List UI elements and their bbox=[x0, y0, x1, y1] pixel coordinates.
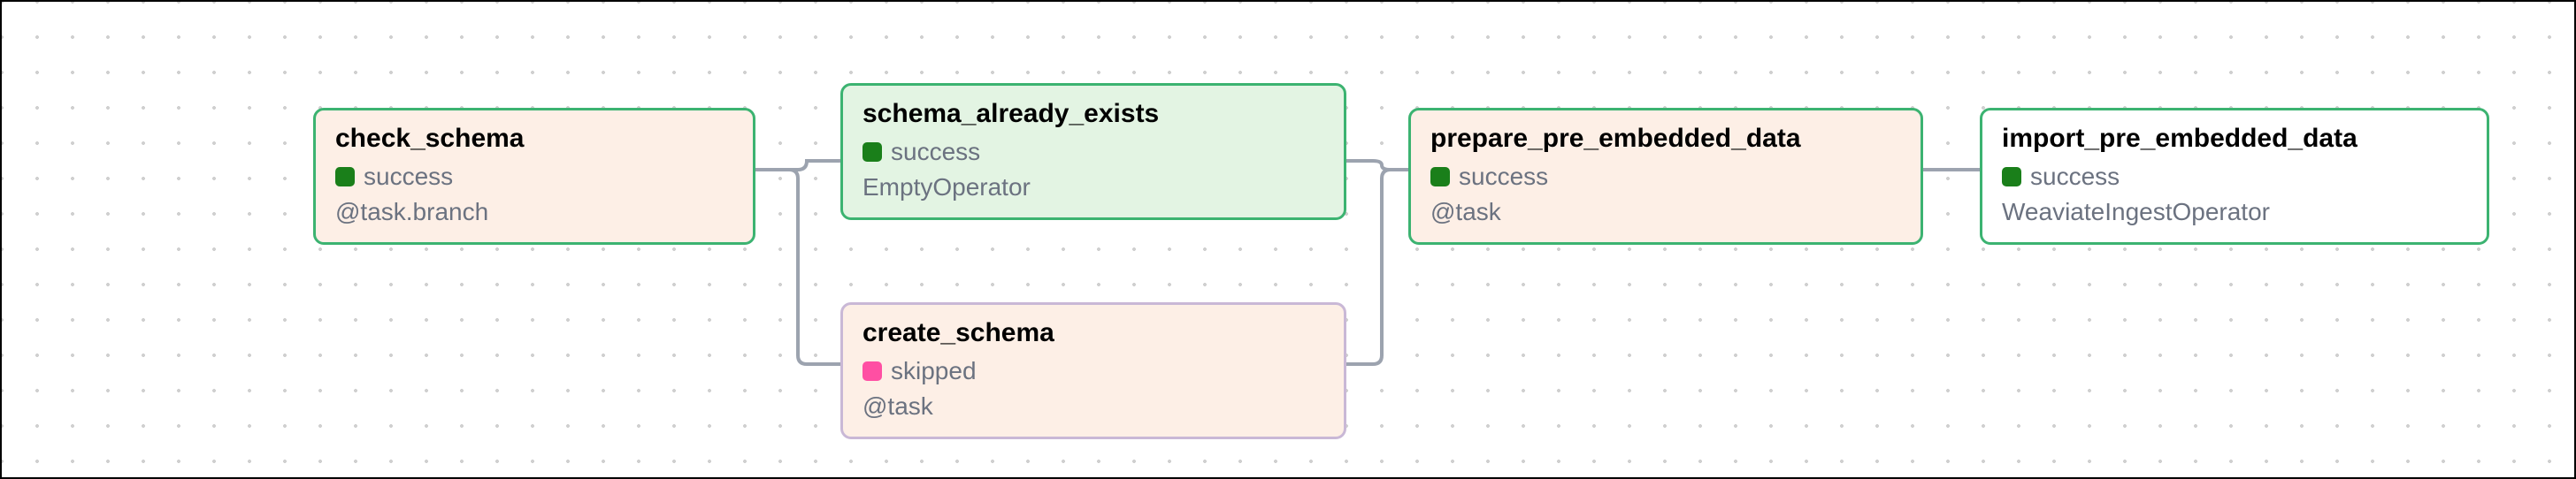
task-node-schema-already-exists[interactable]: schema_already_exists success EmptyOpera… bbox=[840, 83, 1346, 220]
task-status-text: skipped bbox=[891, 356, 977, 386]
status-dot-icon bbox=[862, 142, 882, 162]
task-status-row: success bbox=[2002, 162, 2467, 192]
status-dot-icon bbox=[335, 167, 355, 186]
task-operator: WeaviateIngestOperator bbox=[2002, 197, 2467, 227]
task-status-text: success bbox=[1459, 162, 1548, 192]
task-operator: EmptyOperator bbox=[862, 172, 1324, 202]
status-dot-icon bbox=[1430, 167, 1450, 186]
task-operator: @task.branch bbox=[335, 197, 733, 227]
task-title: check_schema bbox=[335, 123, 733, 155]
task-operator: @task bbox=[862, 392, 1324, 422]
status-dot-icon bbox=[2002, 167, 2021, 186]
dag-graph-frame: check_schema success @task.branch schema… bbox=[0, 0, 2576, 479]
status-dot-icon bbox=[862, 361, 882, 381]
task-title: prepare_pre_embedded_data bbox=[1430, 123, 1901, 155]
task-status-row: skipped bbox=[862, 356, 1324, 386]
task-status-text: success bbox=[364, 162, 453, 192]
task-status-row: success bbox=[1430, 162, 1901, 192]
task-title: create_schema bbox=[862, 317, 1324, 349]
task-title: schema_already_exists bbox=[862, 98, 1324, 130]
task-node-import-pre-embedded-data[interactable]: import_pre_embedded_data success Weaviat… bbox=[1980, 108, 2489, 245]
task-status-text: success bbox=[2030, 162, 2120, 192]
task-node-create-schema[interactable]: create_schema skipped @task bbox=[840, 302, 1346, 439]
task-status-text: success bbox=[891, 137, 980, 167]
task-operator: @task bbox=[1430, 197, 1901, 227]
dag-graph-canvas[interactable]: check_schema success @task.branch schema… bbox=[2, 2, 2576, 479]
task-node-check-schema[interactable]: check_schema success @task.branch bbox=[313, 108, 755, 245]
task-title: import_pre_embedded_data bbox=[2002, 123, 2467, 155]
task-status-row: success bbox=[335, 162, 733, 192]
task-node-prepare-pre-embedded-data[interactable]: prepare_pre_embedded_data success @task bbox=[1408, 108, 1923, 245]
task-status-row: success bbox=[862, 137, 1324, 167]
